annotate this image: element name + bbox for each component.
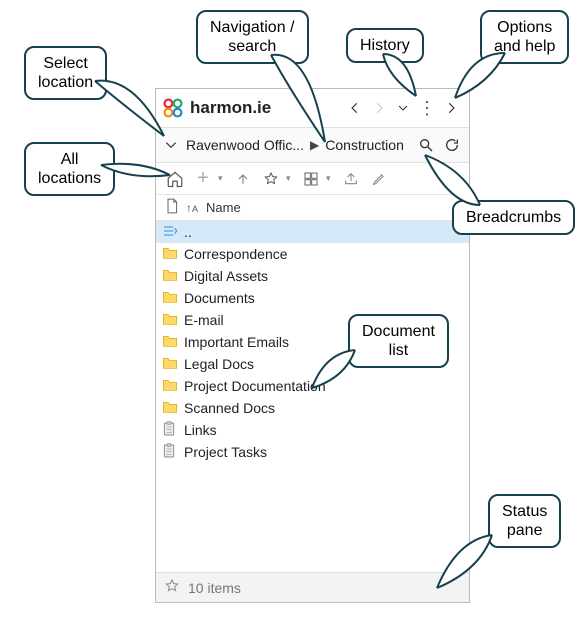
list-item[interactable]: Correspondence <box>156 243 469 265</box>
file-type-column-icon <box>162 198 182 217</box>
document-list: .. Correspondence Digital Assets Documents E… <box>156 221 469 572</box>
folder-icon <box>162 312 184 329</box>
favorite-dropdown-icon[interactable]: ▾ <box>286 173 296 184</box>
status-bar: 10 items <box>156 572 469 602</box>
list-item[interactable]: Project Tasks <box>156 441 469 463</box>
callout-history: History <box>346 28 424 63</box>
history-dropdown[interactable] <box>391 94 415 122</box>
breadcrumb-loc2[interactable]: Construction <box>321 137 408 153</box>
toolbar: + ▾ ▾ ▾ <box>156 163 469 195</box>
new-dropdown-icon[interactable]: ▾ <box>218 173 228 184</box>
item-name: Project Tasks <box>184 444 267 460</box>
callout-all-locations: All locations <box>24 142 115 196</box>
app-header: harmon.ie ⋮ <box>156 89 469 127</box>
refresh-button[interactable] <box>439 137 465 153</box>
share-button[interactable] <box>338 166 364 192</box>
location-dropdown-icon[interactable] <box>160 138 182 152</box>
back-button[interactable] <box>343 94 367 122</box>
name-column-header[interactable]: Name <box>202 200 241 215</box>
search-button[interactable] <box>413 137 439 153</box>
item-name: Documents <box>184 290 255 306</box>
list-item[interactable]: Digital Assets <box>156 265 469 287</box>
favorite-button[interactable] <box>258 166 284 192</box>
parent-folder-icon <box>162 224 184 241</box>
options-button[interactable]: ⋮ <box>415 94 439 122</box>
item-name: Scanned Docs <box>184 400 275 416</box>
new-button[interactable]: + <box>190 166 216 192</box>
folder-icon <box>162 290 184 307</box>
callout-status-pane: Status pane <box>488 494 561 548</box>
callout-select-location: Select location <box>24 46 107 100</box>
callout-breadcrumbs: Breadcrumbs <box>452 200 575 235</box>
breadcrumb-bar: Ravenwood Offic... ▶ Construction <box>156 127 469 163</box>
callout-nav-search: Navigation / search <box>196 10 309 64</box>
item-name: Digital Assets <box>184 268 268 284</box>
folder-icon <box>162 268 184 285</box>
folder-icon <box>162 378 184 395</box>
list-icon <box>162 443 184 462</box>
breadcrumb-separator-icon: ▶ <box>308 138 321 152</box>
list-icon <box>162 421 184 440</box>
view-button[interactable] <box>298 166 324 192</box>
item-name: Links <box>184 422 217 438</box>
folder-icon <box>162 334 184 351</box>
item-name: E-mail <box>184 312 224 328</box>
folder-icon <box>162 400 184 417</box>
list-item[interactable]: Documents <box>156 287 469 309</box>
forward-button[interactable] <box>367 94 391 122</box>
list-item[interactable]: Scanned Docs <box>156 397 469 419</box>
folder-icon <box>162 246 184 263</box>
list-header[interactable]: ↑A Name <box>156 195 469 221</box>
favorite-icon[interactable] <box>164 578 180 597</box>
callout-doc-list: Document list <box>348 314 449 368</box>
status-text: 10 items <box>188 580 241 596</box>
callout-options: Options and help <box>480 10 569 64</box>
list-item[interactable]: Links <box>156 419 469 441</box>
item-name: Correspondence <box>184 246 288 262</box>
item-name: Important Emails <box>184 334 289 350</box>
list-item[interactable]: .. <box>156 221 469 243</box>
harmonie-logo-icon <box>162 97 184 119</box>
home-button[interactable] <box>162 166 188 192</box>
list-item[interactable]: Project Documentation <box>156 375 469 397</box>
item-name: .. <box>184 224 192 240</box>
item-name: Legal Docs <box>184 356 254 372</box>
brand-label: harmon.ie <box>190 98 271 118</box>
upload-button[interactable] <box>230 166 256 192</box>
edit-button[interactable] <box>366 166 392 192</box>
sort-icon[interactable]: ↑A <box>182 201 202 215</box>
expand-button[interactable] <box>439 94 463 122</box>
view-dropdown-icon[interactable]: ▾ <box>326 173 336 184</box>
breadcrumb-loc1[interactable]: Ravenwood Offic... <box>182 137 308 153</box>
folder-icon <box>162 356 184 373</box>
item-name: Project Documentation <box>184 378 326 394</box>
